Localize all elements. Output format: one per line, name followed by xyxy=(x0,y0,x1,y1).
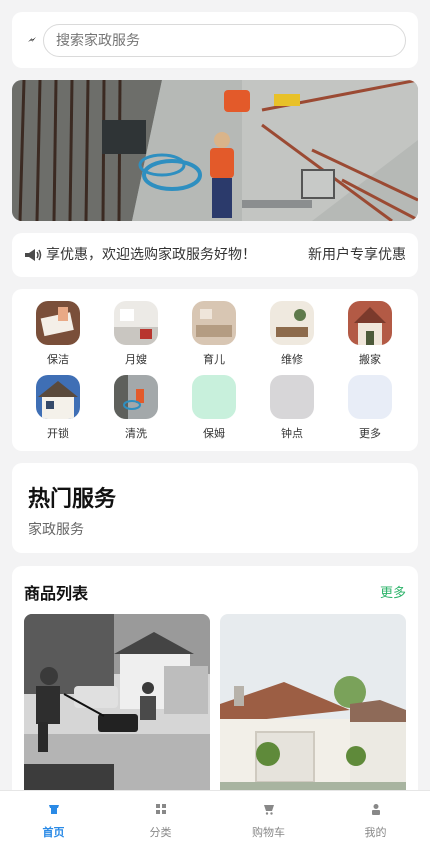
bottom-tab-bar: 首页 分类 购物车 我的 xyxy=(0,790,430,844)
category-repair[interactable]: 维修 xyxy=(262,301,322,367)
notice-bar: 享优惠，欢迎选购家政服务好物！ 新用户专享优惠 xyxy=(12,233,418,277)
goods-list-section: 商品列表 更多 xyxy=(12,566,418,826)
lawn-mowing-photo xyxy=(24,614,210,794)
category-hourly[interactable]: 钟点 xyxy=(262,375,322,441)
category-label: 月嫂 xyxy=(125,353,147,366)
hot-services-subtitle: 家政服务 xyxy=(28,522,84,538)
category-label: 保洁 xyxy=(47,353,69,366)
house-photo xyxy=(36,375,80,419)
category-label: 清洗 xyxy=(125,427,147,440)
goods-list-title: 商品列表 xyxy=(24,584,89,603)
cleaning-photo xyxy=(36,301,80,345)
cart-icon xyxy=(263,805,274,815)
category-label: 更多 xyxy=(359,427,381,440)
category-washing[interactable]: 清洗 xyxy=(106,375,166,441)
goods-item-1[interactable] xyxy=(24,614,210,794)
category-label: 搬家 xyxy=(359,353,381,366)
kitchen-photo xyxy=(114,301,158,345)
category-maternity[interactable]: 月嫂 xyxy=(106,301,166,367)
tab-label: 分类 xyxy=(149,826,172,839)
category-cleaning[interactable]: 保洁 xyxy=(28,301,88,367)
notice-marquee-text[interactable]: 享优惠，欢迎选购家政服务好物！ xyxy=(46,233,278,277)
tab-label: 首页 xyxy=(42,826,65,839)
search-input[interactable] xyxy=(43,24,406,57)
mint-placeholder xyxy=(192,375,236,419)
bolt-icon xyxy=(28,37,36,42)
banner-image xyxy=(12,80,418,221)
grid-icon xyxy=(155,804,166,814)
living-room-photo xyxy=(192,301,236,345)
category-childcare[interactable]: 育儿 xyxy=(184,301,244,367)
grey-placeholder xyxy=(270,375,314,419)
tab-home[interactable]: 首页 xyxy=(0,791,107,844)
megaphone-icon xyxy=(25,249,42,261)
category-label: 育儿 xyxy=(203,353,225,366)
tab-label: 购物车 xyxy=(252,826,285,839)
category-label: 保姆 xyxy=(203,427,225,440)
tab-category[interactable]: 分类 xyxy=(107,791,214,844)
category-nanny[interactable]: 保姆 xyxy=(184,375,244,441)
category-label: 维修 xyxy=(281,353,303,366)
home-icon xyxy=(48,805,59,814)
tab-label: 我的 xyxy=(364,826,387,839)
garage-house-photo xyxy=(220,614,406,794)
category-label: 钟点 xyxy=(281,427,303,440)
house-facade-photo xyxy=(348,301,392,345)
banner-carousel[interactable] xyxy=(12,80,418,221)
goods-item-2[interactable] xyxy=(220,614,406,794)
category-grid: 保洁 月嫂 育儿 维修 搬家 开锁 清洗 保姆 钟点 更多 xyxy=(12,289,418,451)
goods-more-link[interactable]: 更多 xyxy=(380,582,406,601)
new-user-offer-link[interactable]: 新用户专享优惠 xyxy=(308,233,406,277)
category-label: 开锁 xyxy=(47,427,69,440)
tab-cart[interactable]: 购物车 xyxy=(215,791,322,844)
search-bar xyxy=(12,12,418,68)
tab-mine[interactable]: 我的 xyxy=(322,791,429,844)
user-icon xyxy=(371,804,380,815)
category-locksmith[interactable]: 开锁 xyxy=(28,375,88,441)
category-moving[interactable]: 搬家 xyxy=(340,301,400,367)
category-more[interactable]: 更多 xyxy=(340,375,400,441)
hot-services-section[interactable]: 热门服务 家政服务 xyxy=(12,463,418,553)
workers-photo xyxy=(114,375,158,419)
light-blue-placeholder xyxy=(348,375,392,419)
interior-photo xyxy=(270,301,314,345)
hot-services-title: 热门服务 xyxy=(28,487,117,512)
